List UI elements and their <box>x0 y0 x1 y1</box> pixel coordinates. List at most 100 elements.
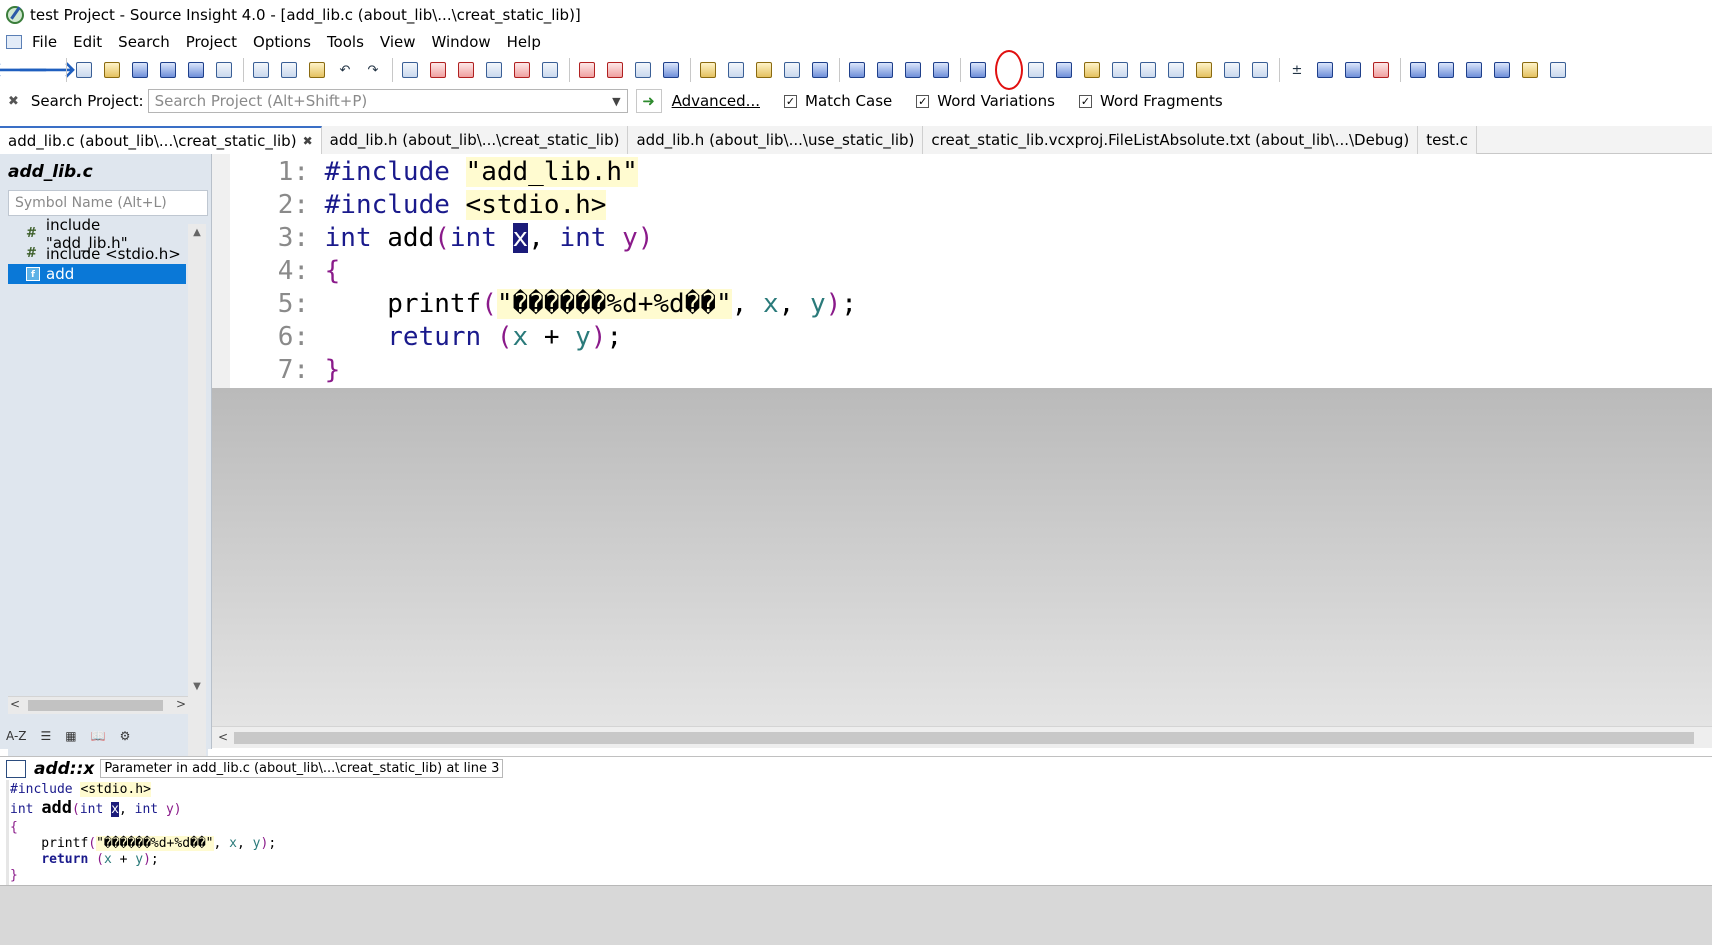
menu-help[interactable]: Help <box>507 33 541 51</box>
expand-icon[interactable] <box>1314 59 1336 81</box>
search-project-input[interactable]: Search Project (Alt+Shift+P) ▼ <box>147 89 628 113</box>
symbol-window-icon[interactable] <box>725 59 747 81</box>
compare-icon[interactable] <box>1221 59 1243 81</box>
chevron-up-icon[interactable]: ▲ <box>188 224 206 242</box>
layout-3-icon[interactable] <box>902 59 924 81</box>
symbol-name-input[interactable]: Symbol Name (Alt+L) <box>8 190 208 216</box>
list-item[interactable]: # include "add_lib.h" <box>8 216 186 252</box>
save-icon[interactable] <box>129 59 151 81</box>
save-as-icon[interactable] <box>157 59 179 81</box>
layout-1-icon[interactable] <box>846 59 868 81</box>
tab-filelistabsolute[interactable]: creat_static_lib.vcxproj.FileListAbsolut… <box>923 126 1419 154</box>
scroll-thumb[interactable] <box>28 700 163 711</box>
copy-icon[interactable] <box>278 59 300 81</box>
layout-2-icon[interactable] <box>874 59 896 81</box>
jump-up-icon[interactable] <box>427 59 449 81</box>
book-icon[interactable]: 📖 <box>91 729 106 743</box>
code-line-6[interactable]: 6: return (x + y); <box>253 321 622 354</box>
replace-icon[interactable] <box>511 59 533 81</box>
relation-icon[interactable] <box>809 59 831 81</box>
menu-options[interactable]: Options <box>253 33 311 51</box>
sort-az-icon[interactable]: A-Z <box>6 729 27 743</box>
extra-window-icon[interactable] <box>1547 59 1569 81</box>
collapse-icon[interactable] <box>1342 59 1364 81</box>
list-icon[interactable]: ☰ <box>41 729 52 743</box>
bird-icon[interactable] <box>1193 59 1215 81</box>
bookmark-next-icon[interactable] <box>604 59 626 81</box>
c-window-icon[interactable] <box>1463 59 1485 81</box>
sync-icon[interactable] <box>1165 59 1187 81</box>
redo-icon[interactable]: ↷ <box>362 59 384 81</box>
chevron-left-icon[interactable]: < <box>10 697 20 711</box>
symbol-list-vscrollbar[interactable]: ▲ ▼ <box>188 224 206 848</box>
jump-down-icon[interactable] <box>455 59 477 81</box>
folder-window-icon[interactable] <box>1519 59 1541 81</box>
chevron-right-icon[interactable]: > <box>176 697 186 711</box>
undo-icon[interactable]: ↶ <box>334 59 356 81</box>
code-line-2[interactable]: 2: #include <stdio.h> <box>253 189 607 222</box>
a-window-icon[interactable] <box>1407 59 1429 81</box>
s-icon[interactable] <box>1053 59 1075 81</box>
project-icon[interactable] <box>697 59 719 81</box>
code-line-7[interactable]: 7: } <box>253 354 341 387</box>
tab-add-lib-h-creat[interactable]: add_lib.h (about_lib\...\creat_static_li… <box>321 126 629 154</box>
search-go-icon[interactable]: ➜ <box>635 89 662 113</box>
close-tab-icon[interactable]: ✖ <box>303 134 313 148</box>
folder-tree-icon[interactable] <box>1081 59 1103 81</box>
d-window-icon[interactable] <box>1491 59 1513 81</box>
menu-project[interactable]: Project <box>186 33 237 51</box>
search-files-icon[interactable] <box>539 59 561 81</box>
tab-add-lib-h-use[interactable]: add_lib.h (about_lib\...\use_static_lib) <box>628 126 924 154</box>
list-item[interactable]: # include <stdio.h> <box>8 244 186 264</box>
grid-icon[interactable] <box>1249 59 1271 81</box>
menu-view[interactable]: View <box>380 33 416 51</box>
editor-hscrollbar[interactable]: < <box>212 726 1712 748</box>
bookmark-prev-icon[interactable] <box>576 59 598 81</box>
code-line-4[interactable]: 4: { <box>253 255 341 288</box>
word-fragments-checkbox[interactable]: ✓ Word Fragments <box>1078 92 1223 110</box>
new-file-icon[interactable] <box>73 59 95 81</box>
context-window-icon-highlighted[interactable] <box>995 50 1023 90</box>
b-window-icon[interactable] <box>1435 59 1457 81</box>
help-window-icon[interactable] <box>1109 59 1131 81</box>
menu-search[interactable]: Search <box>118 33 170 51</box>
print-icon[interactable] <box>213 59 235 81</box>
chevron-down-icon[interactable]: ▼ <box>188 678 206 696</box>
forward-arrow-icon[interactable]: 🡒 <box>18 58 77 83</box>
match-case-checkbox[interactable]: ✓ Match Case <box>784 92 892 110</box>
menu-window[interactable]: Window <box>432 33 491 51</box>
scroll-thumb[interactable] <box>234 732 1694 744</box>
code-editor[interactable]: 1: #include "add_lib.h" 2: #include <std… <box>212 154 1712 388</box>
advanced-button[interactable]: Advanced... <box>672 92 760 110</box>
cut-icon[interactable] <box>250 59 272 81</box>
bookmark-star-icon[interactable] <box>660 59 682 81</box>
plus-minus-icon[interactable]: ± <box>1286 59 1308 81</box>
document-icon[interactable] <box>6 35 22 49</box>
code-line-1[interactable]: 1: #include "add_lib.h" <box>253 156 638 189</box>
word-variations-checkbox[interactable]: ✓ Word Variations <box>916 92 1055 110</box>
outline-icon[interactable] <box>1025 59 1047 81</box>
browse-icon[interactable] <box>483 59 505 81</box>
gear-icon[interactable]: ⚙ <box>120 729 131 743</box>
tab-test-c[interactable]: test.c <box>1418 126 1478 154</box>
menu-file[interactable]: File <box>32 33 57 51</box>
book-icon[interactable] <box>753 59 775 81</box>
chevron-down-icon[interactable]: ▼ <box>612 95 620 108</box>
close-search-icon[interactable]: ✖ <box>8 94 19 109</box>
function-icon[interactable] <box>781 59 803 81</box>
save-all-icon[interactable] <box>185 59 207 81</box>
menu-edit[interactable]: Edit <box>73 33 102 51</box>
paste-icon[interactable] <box>306 59 328 81</box>
chevron-left-icon[interactable]: < <box>218 730 228 744</box>
bookmark-list-icon[interactable] <box>632 59 654 81</box>
menu-tools[interactable]: Tools <box>327 33 364 51</box>
project-p-icon[interactable] <box>967 59 989 81</box>
tab-add-lib-c[interactable]: add_lib.c (about_lib\...\creat_static_li… <box>0 126 322 154</box>
category-icon[interactable]: ▦ <box>65 729 76 743</box>
context-window[interactable]: #include <stdio.h> int add(int x, int y)… <box>6 780 1712 885</box>
open-folder-icon[interactable] <box>101 59 123 81</box>
code-line-5[interactable]: 5: printf("������%d+%d��", x, y); <box>253 288 857 321</box>
list-item-selected[interactable]: f add <box>8 264 186 284</box>
code-line-3[interactable]: 3: int add(int x, int y) <box>253 222 653 255</box>
clip-icon[interactable] <box>1137 59 1159 81</box>
